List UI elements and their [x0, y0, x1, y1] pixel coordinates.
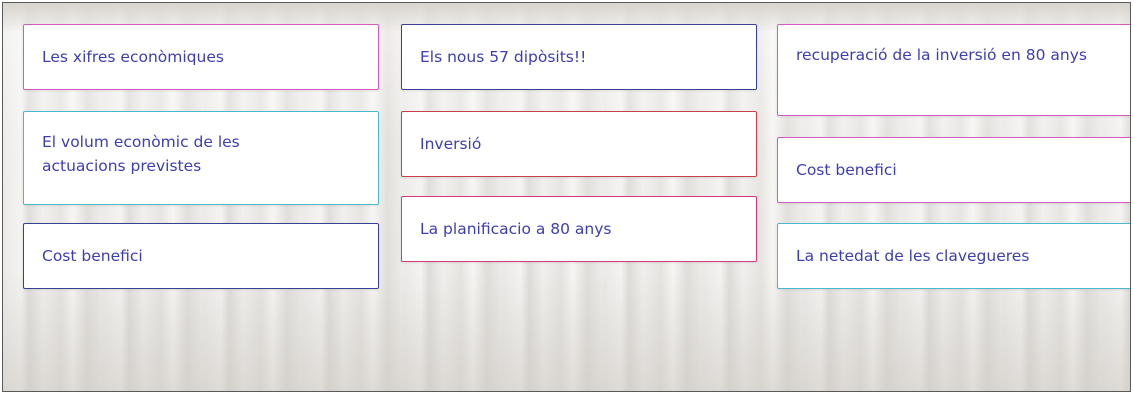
card-les-xifres-economiques[interactable]: Les xifres econòmiques: [23, 24, 379, 90]
card-label: Inversió: [420, 135, 482, 153]
card-label: Cost benefici: [42, 247, 143, 265]
card-netedat-clavegueres[interactable]: La netedat de les clavegueres: [777, 223, 1130, 289]
card-volum-economic[interactable]: El volum econòmic de les actuacions prev…: [23, 111, 379, 205]
card-label: La netedat de les clavegueres: [796, 247, 1030, 265]
card-recuperacio-inversio[interactable]: recuperació de la inversió en 80 anys: [777, 24, 1130, 116]
card-label: El volum econòmic de les actuacions prev…: [42, 133, 240, 175]
card-cost-benefici-1[interactable]: Cost benefici: [23, 223, 379, 289]
card-inversio[interactable]: Inversió: [401, 111, 757, 177]
card-cost-benefici-2[interactable]: Cost benefici: [777, 137, 1130, 203]
card-label: Cost benefici: [796, 161, 897, 179]
card-label: recuperació de la inversió en 80 anys: [796, 46, 1087, 64]
card-label: Les xifres econòmiques: [42, 48, 224, 66]
card-label: Els nous 57 dipòsits!!: [420, 48, 587, 66]
card-planificacio-80-anys[interactable]: La planificacio a 80 anys: [401, 196, 757, 262]
card-nous-57-diposits[interactable]: Els nous 57 dipòsits!!: [401, 24, 757, 90]
board-area: Les xifres econòmiques El volum econòmic…: [2, 2, 1131, 392]
card-label: La planificacio a 80 anys: [420, 220, 612, 238]
